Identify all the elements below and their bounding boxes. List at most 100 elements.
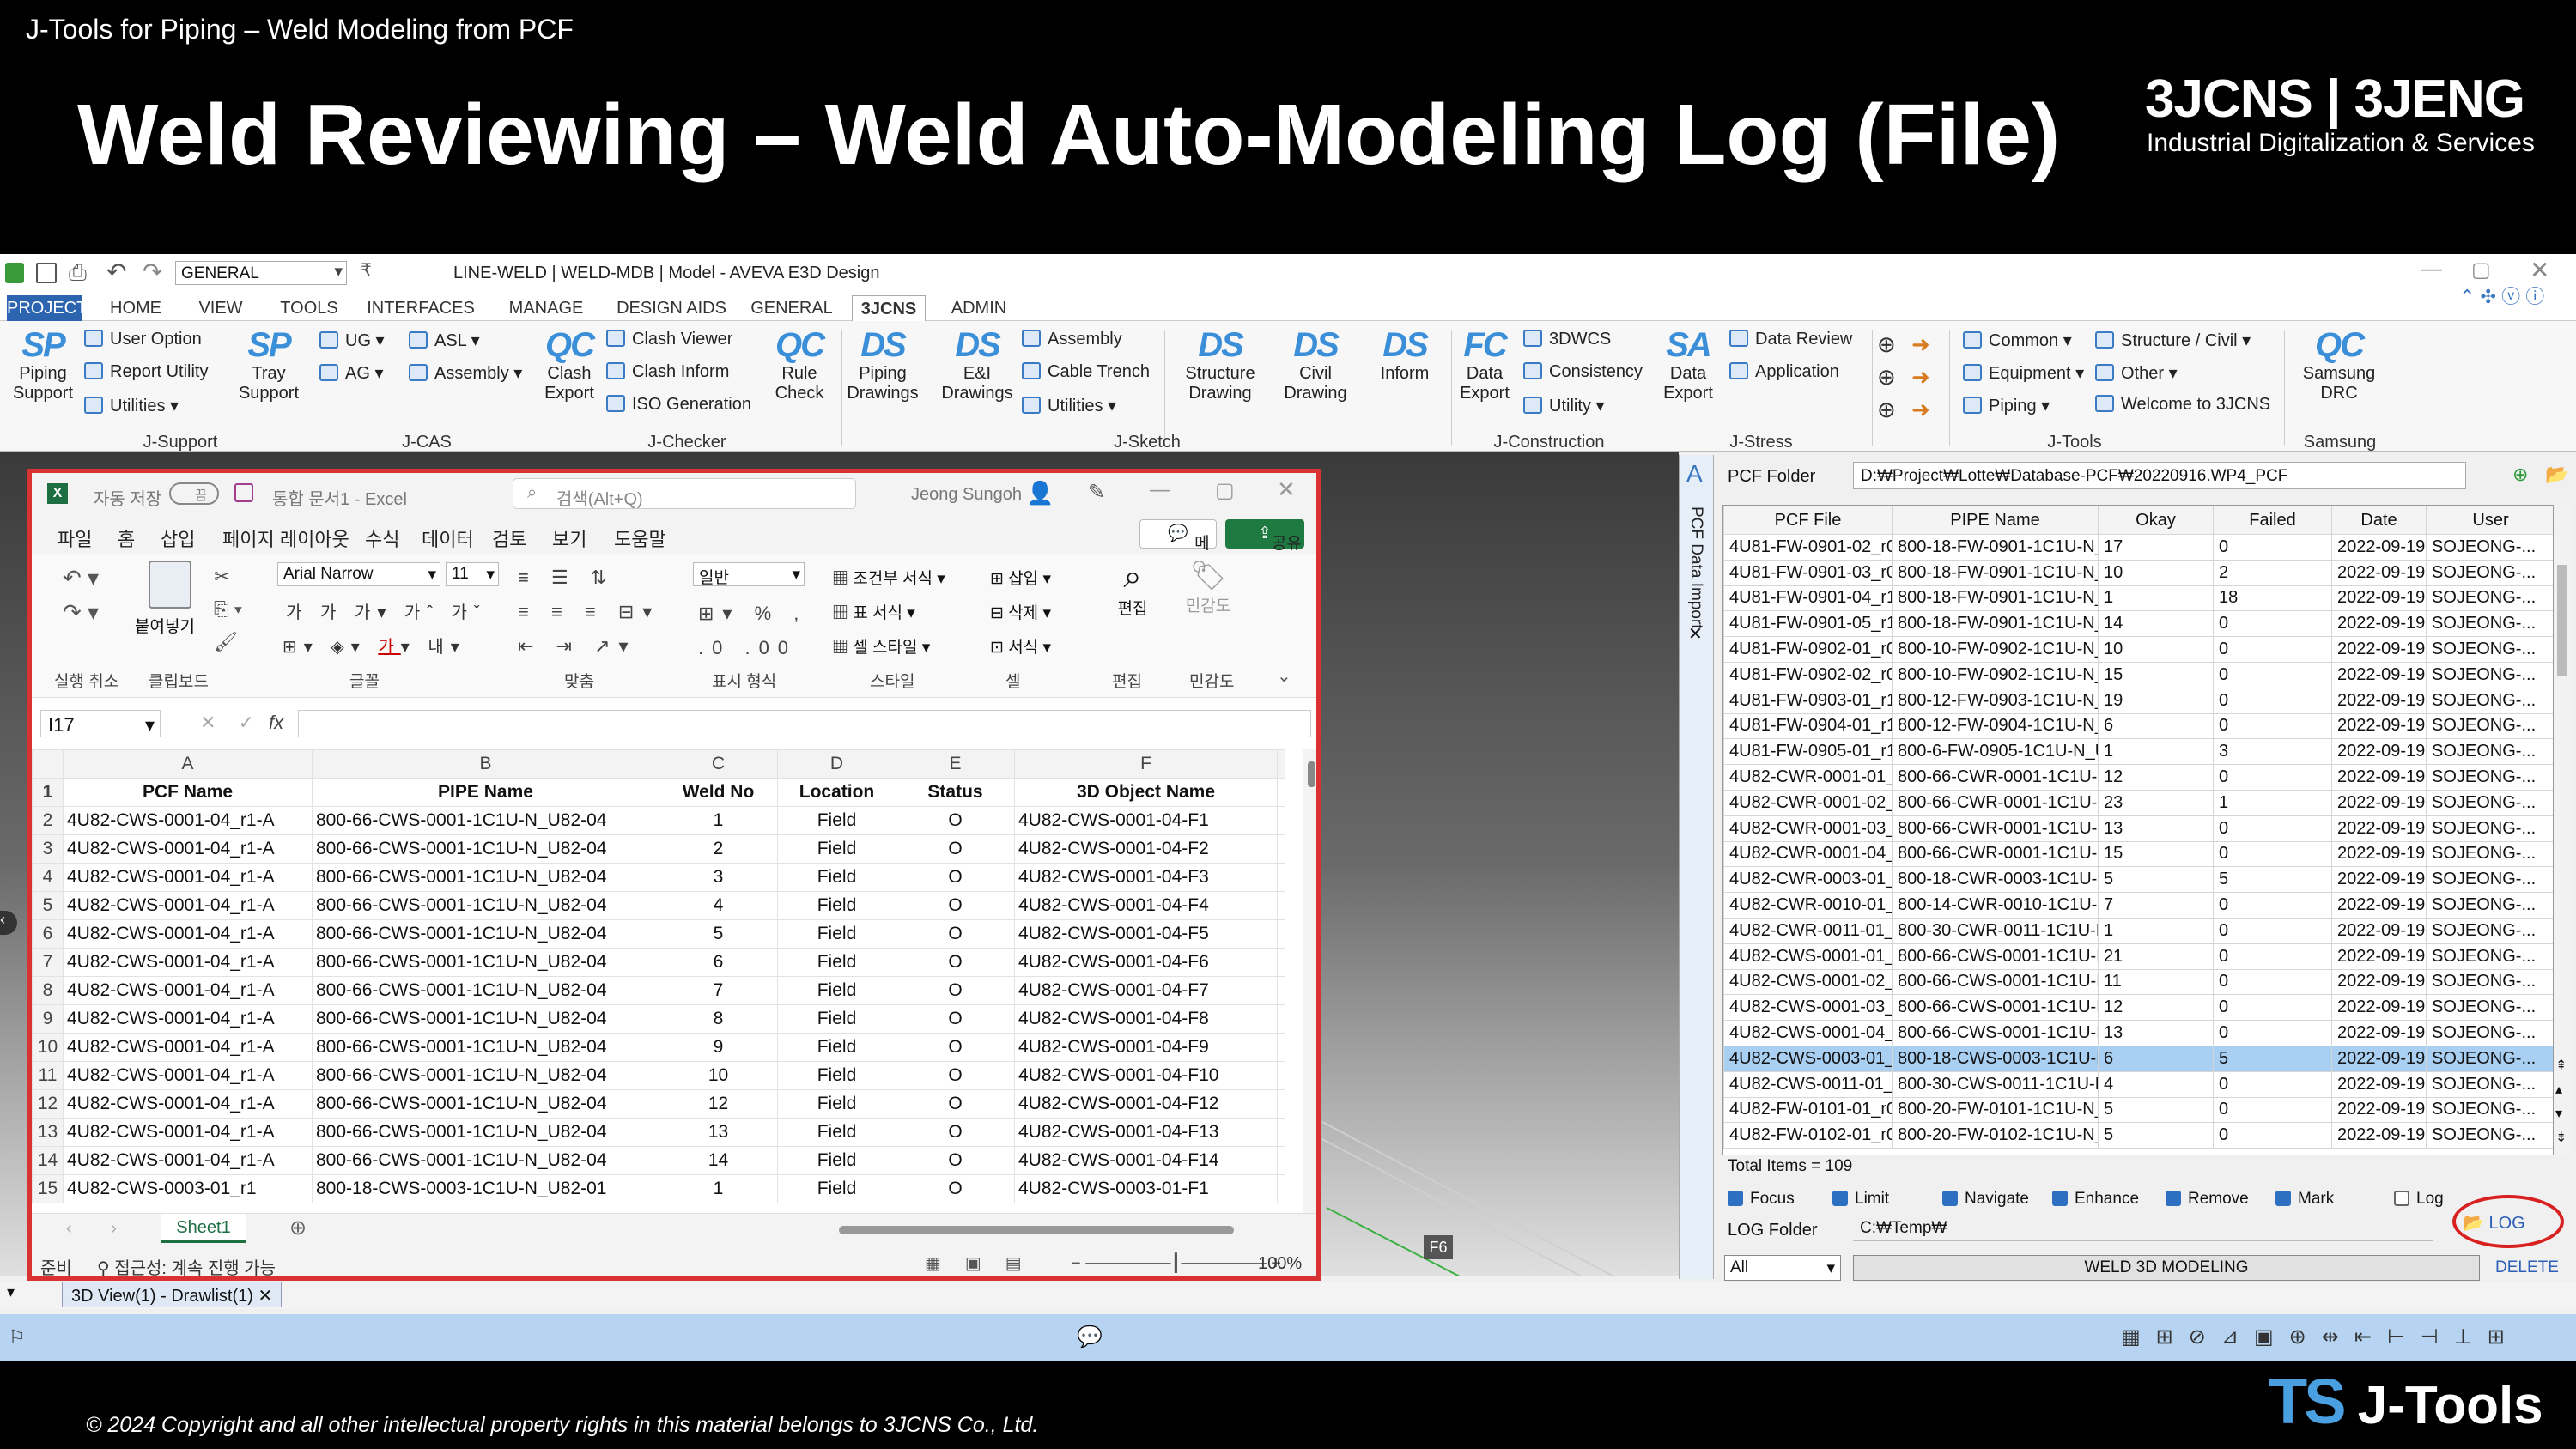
grid-cell[interactable]: Field [777,834,896,864]
row-number[interactable]: 2 [32,806,64,835]
grid-cell[interactable]: O [896,834,1015,864]
font-size-select[interactable]: 11 ▾ [446,562,499,586]
header-cell[interactable]: PIPE Name [312,778,659,807]
grid-cell[interactable]: O [896,806,1015,835]
pcf-table-row[interactable]: 4U82-CWS-0003-01_r1 800-18-CWS-0003-1C1U-… [1723,1045,2553,1072]
utility-button[interactable]: Utility ▾ [1523,395,1605,416]
grid-cell[interactable]: Field [777,1174,896,1203]
excel-minimize-icon[interactable]: — [1150,478,1170,502]
option-navigate-checkbox[interactable]: Navigate [1942,1190,2029,1209]
grid-cell[interactable]: 4U82-CWS-0001-04_r1-A [63,1033,313,1062]
menu-tab-3jcns[interactable]: 3JCNS [852,295,926,321]
row-number[interactable]: 15 [32,1174,64,1203]
menu-tab-design-aids[interactable]: DESIGN AIDS [611,295,732,321]
grid-cell[interactable]: Field [777,891,896,920]
column-header[interactable]: B [312,749,659,779]
equipment-button[interactable]: Equipment ▾ [1963,362,2084,384]
grid-cell[interactable]: O [896,1004,1015,1034]
paste-label[interactable]: 붙여넣기 [135,614,195,637]
pcf-table-row[interactable]: 4U82-CWS-0001-03_r2 800-66-CWS-0001-1C1U-… [1723,994,2553,1022]
grid-cell[interactable]: 4U82-CWS-0001-04-F8 [1014,1004,1278,1034]
utilities-button[interactable]: Utilities ▾ [84,395,179,416]
menu-tab-home[interactable]: HOME [101,295,170,321]
column-header[interactable]: F [1014,749,1278,779]
view-mode-buttons[interactable]: ▦▣▤ [925,1252,1046,1274]
excel-menu-item[interactable]: 검토 [492,524,526,552]
font-style-buttons[interactable]: 가 가 가▾ 가ˆ 가ˇ [286,598,487,623]
row-number[interactable]: 10 [32,1033,64,1062]
pcf-table-row[interactable]: 4U81-FW-0903-01_r1800-12-FW-0903-1C1U-N_… [1723,687,2553,714]
grid-cell[interactable]: O [896,1174,1015,1203]
menu-tab-interfaces[interactable]: INTERFACES [366,295,476,321]
share-button[interactable]: ⇪ 공유 [1225,519,1304,553]
qat-customize-icon[interactable]: ₹ [361,259,372,281]
grid-cell[interactable]: 4U82-CWS-0001-04-F13 [1014,1118,1278,1147]
view-menu-icon[interactable]: ▾ [7,1283,15,1301]
grid-cell[interactable]: 3 [659,863,778,892]
grid-cell[interactable]: 4 [659,891,778,920]
pcf-table-row[interactable]: 4U82-CWR-0001-04_r...800-66-CWR-0001-1C1… [1723,840,2553,868]
menu-tab-view[interactable]: VIEW [191,295,251,321]
menu-tab-manage[interactable]: MANAGE [500,295,592,321]
maximize-icon[interactable]: ▢ [2471,258,2491,282]
grid-cell[interactable] [1277,891,1285,920]
grid-corner[interactable] [32,749,64,779]
delete-button[interactable]: DELETE [2495,1258,2559,1277]
formula-cancel-confirm-icons[interactable]: ✕ ✓ [200,712,263,734]
open-folder-icon[interactable]: 📂 [2545,464,2568,486]
grid-cell[interactable]: 4U82-CWS-0001-04-F1 [1014,806,1278,835]
header-cell[interactable]: Weld No [659,778,778,807]
grid-cell[interactable] [1277,948,1285,977]
grid-cell[interactable]: 800-66-CWS-0001-1C1U-N_U82-04 [312,1146,659,1175]
row-number[interactable]: 6 [32,919,64,949]
alignment-buttons[interactable]: ≡ ☰ ⇅ ≡ ≡ ≡ ⊟▾ ⇤ ⇥ ↗▾ [518,561,660,664]
font-icon[interactable]: A [1686,460,1703,488]
clash-export-button[interactable]: QC Clash Export [541,326,598,403]
sheet-nav-arrows[interactable]: ‹ › [66,1219,134,1239]
pcf-table-row[interactable]: 4U81-FW-0905-01_r1800-6-FW-0905-1C1U-N_U… [1723,738,2553,766]
format-cells-button[interactable]: ⊡ 서식 ▾ [990,631,1051,665]
font-name-select[interactable]: Arial Narrow ▾ [277,562,440,586]
cell-style-button[interactable]: ▦ 셀 스타일 ▾ [832,631,945,665]
header-cell[interactable]: Location [777,778,896,807]
column-header[interactable]: E [896,749,1015,779]
pcf-table-row[interactable]: 4U82-CWR-0010-01_r1800-14-CWR-0010-1C1U-… [1723,892,2553,919]
pen-icon[interactable]: ✎ [1088,480,1105,505]
option-log-checkbox[interactable]: Log [2394,1190,2444,1209]
panel-close-icon[interactable]: ✕ [1688,623,1703,645]
grid-cell[interactable]: 1 [659,1174,778,1203]
grid-cell[interactable]: 4U82-CWS-0001-04_r1-A [63,919,313,949]
asl-button[interactable]: ASL ▾ [409,330,480,351]
pcf-column-header[interactable]: PCF File [1723,506,1893,535]
grid-cell[interactable]: 4U82-CWS-0001-04-F12 [1014,1089,1278,1119]
save-icon[interactable] [36,263,57,283]
clash-inform-button[interactable]: Clash Inform [606,362,729,382]
grid-cell[interactable]: 800-66-CWS-0001-1C1U-N_U82-04 [312,1061,659,1090]
data-export2-button[interactable]: SA Data Export [1654,326,1722,403]
grid-nav-arrows[interactable]: ⇞ ▴ ▾ ⇟ [2555,1054,2567,1150]
3dwcs-button[interactable]: 3DWCS [1523,330,1611,349]
rule-check-button[interactable]: QC Rule Check [764,326,835,403]
grid-cell[interactable]: Field [777,976,896,1005]
common-button[interactable]: Common ▾ [1963,330,2072,351]
conditional-format-button[interactable]: ▦ 조건부 서식 ▾ [832,562,945,597]
data-review-button[interactable]: Data Review [1729,330,1852,349]
data-export-button[interactable]: FC Data Export [1455,326,1515,403]
flag-icon[interactable]: ⚐ [9,1326,26,1349]
grid-cell[interactable]: 4U82-CWS-0001-04-F3 [1014,863,1278,892]
pcf-table-row[interactable]: 4U82-CWS-0011-01_r0 800-30-CWS-0011-1C1U-… [1723,1070,2553,1098]
tray-support-button[interactable]: SP Tray Support [232,326,306,403]
grid-cell[interactable] [1277,976,1285,1005]
option-remove-checkbox[interactable]: Remove [2166,1190,2249,1209]
grid-cell[interactable]: 4U82-CWS-0001-04_r1-A [63,834,313,864]
grid-cell[interactable]: 1 [659,806,778,835]
consistency-button[interactable]: Consistency [1523,362,1643,382]
pcf-table-row[interactable]: 4U81-FW-0904-01_r1800-12-FW-0904-1C1U-N_… [1723,712,2553,740]
view-tab[interactable]: 3D View(1) - Drawlist(1) ✕ [62,1282,283,1307]
pcf-table-row[interactable]: 4U82-CWR-0011-01_r...800-30-CWR-0011-1C1… [1723,917,2553,944]
grid-cell[interactable]: Field [777,948,896,977]
grid-cell[interactable]: 4U82-CWS-0001-04_r1-A [63,891,313,920]
close-icon[interactable]: ✕ [2530,256,2549,284]
memo-button[interactable]: 💬 메모 [1139,519,1217,580]
menu-tab-project[interactable]: PROJECT [7,295,87,321]
